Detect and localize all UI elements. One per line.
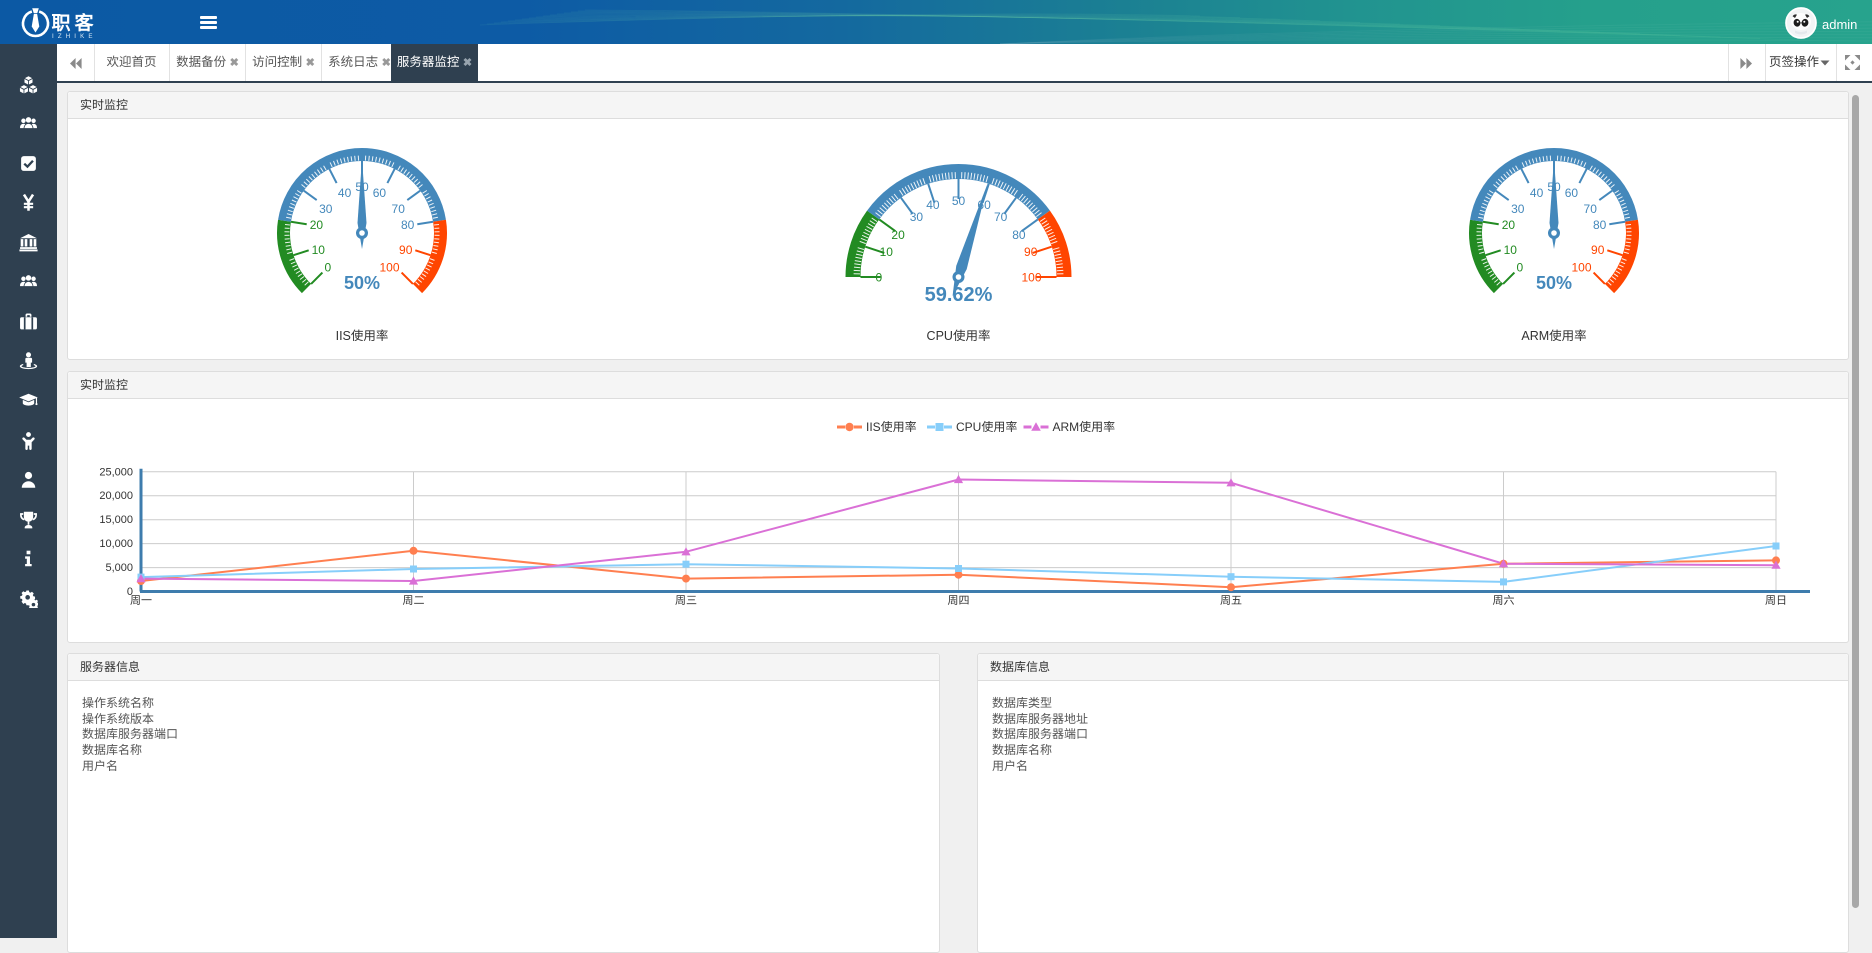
svg-text:100: 100	[1571, 261, 1591, 275]
svg-text:周日: 周日	[1765, 595, 1787, 607]
svg-text:70: 70	[1584, 202, 1598, 216]
svg-text:40: 40	[338, 186, 352, 200]
svg-text:20: 20	[310, 218, 324, 232]
svg-text:25,000: 25,000	[99, 466, 133, 478]
svg-text:30: 30	[1511, 202, 1525, 216]
svg-text:20,000: 20,000	[99, 490, 133, 502]
svg-text:IZHIKE: IZHIKE	[52, 33, 97, 40]
svg-text:ARM使用率: ARM使用率	[1521, 329, 1586, 343]
svg-text:10,000: 10,000	[99, 538, 133, 550]
svg-text:100: 100	[1021, 271, 1041, 285]
svg-text:70: 70	[994, 210, 1008, 224]
svg-text:90: 90	[399, 243, 413, 257]
svg-text:CPU使用率: CPU使用率	[956, 420, 1017, 434]
svg-text:30: 30	[910, 210, 924, 224]
svg-text:50: 50	[952, 194, 966, 208]
svg-text:ARM使用率: ARM使用率	[1053, 420, 1116, 434]
svg-text:0: 0	[325, 261, 332, 275]
svg-text:90: 90	[1591, 243, 1605, 257]
svg-text:15,000: 15,000	[99, 514, 133, 526]
svg-text:80: 80	[401, 218, 415, 232]
svg-text:60: 60	[1565, 186, 1579, 200]
svg-text:59.62%: 59.62%	[925, 284, 993, 306]
svg-text:10: 10	[880, 245, 894, 259]
svg-text:10: 10	[1504, 243, 1518, 257]
svg-text:周四: 周四	[948, 595, 970, 607]
svg-text:0: 0	[1517, 261, 1524, 275]
svg-text:40: 40	[1530, 186, 1544, 200]
svg-text:90: 90	[1024, 245, 1038, 259]
svg-text:20: 20	[891, 228, 905, 242]
svg-text:职客: 职客	[52, 13, 98, 35]
svg-text:周三: 周三	[675, 595, 697, 607]
svg-text:100: 100	[379, 261, 399, 275]
svg-text:IIS使用率: IIS使用率	[866, 420, 917, 434]
svg-text:周一: 周一	[130, 595, 152, 607]
svg-text:IIS使用率: IIS使用率	[336, 329, 389, 343]
svg-text:周二: 周二	[403, 595, 425, 607]
svg-text:80: 80	[1012, 228, 1026, 242]
svg-text:50%: 50%	[344, 273, 380, 293]
svg-text:50%: 50%	[1536, 273, 1572, 293]
svg-text:70: 70	[392, 202, 406, 216]
svg-text:CPU使用率: CPU使用率	[927, 329, 991, 343]
svg-text:60: 60	[373, 186, 387, 200]
svg-text:20: 20	[1502, 218, 1516, 232]
svg-text:40: 40	[926, 198, 940, 212]
svg-text:5,000: 5,000	[105, 562, 133, 574]
svg-text:10: 10	[312, 243, 326, 257]
svg-text:30: 30	[319, 202, 333, 216]
svg-text:0: 0	[876, 271, 883, 285]
svg-text:80: 80	[1593, 218, 1607, 232]
svg-text:周六: 周六	[1493, 594, 1515, 607]
svg-text:周五: 周五	[1220, 595, 1242, 607]
